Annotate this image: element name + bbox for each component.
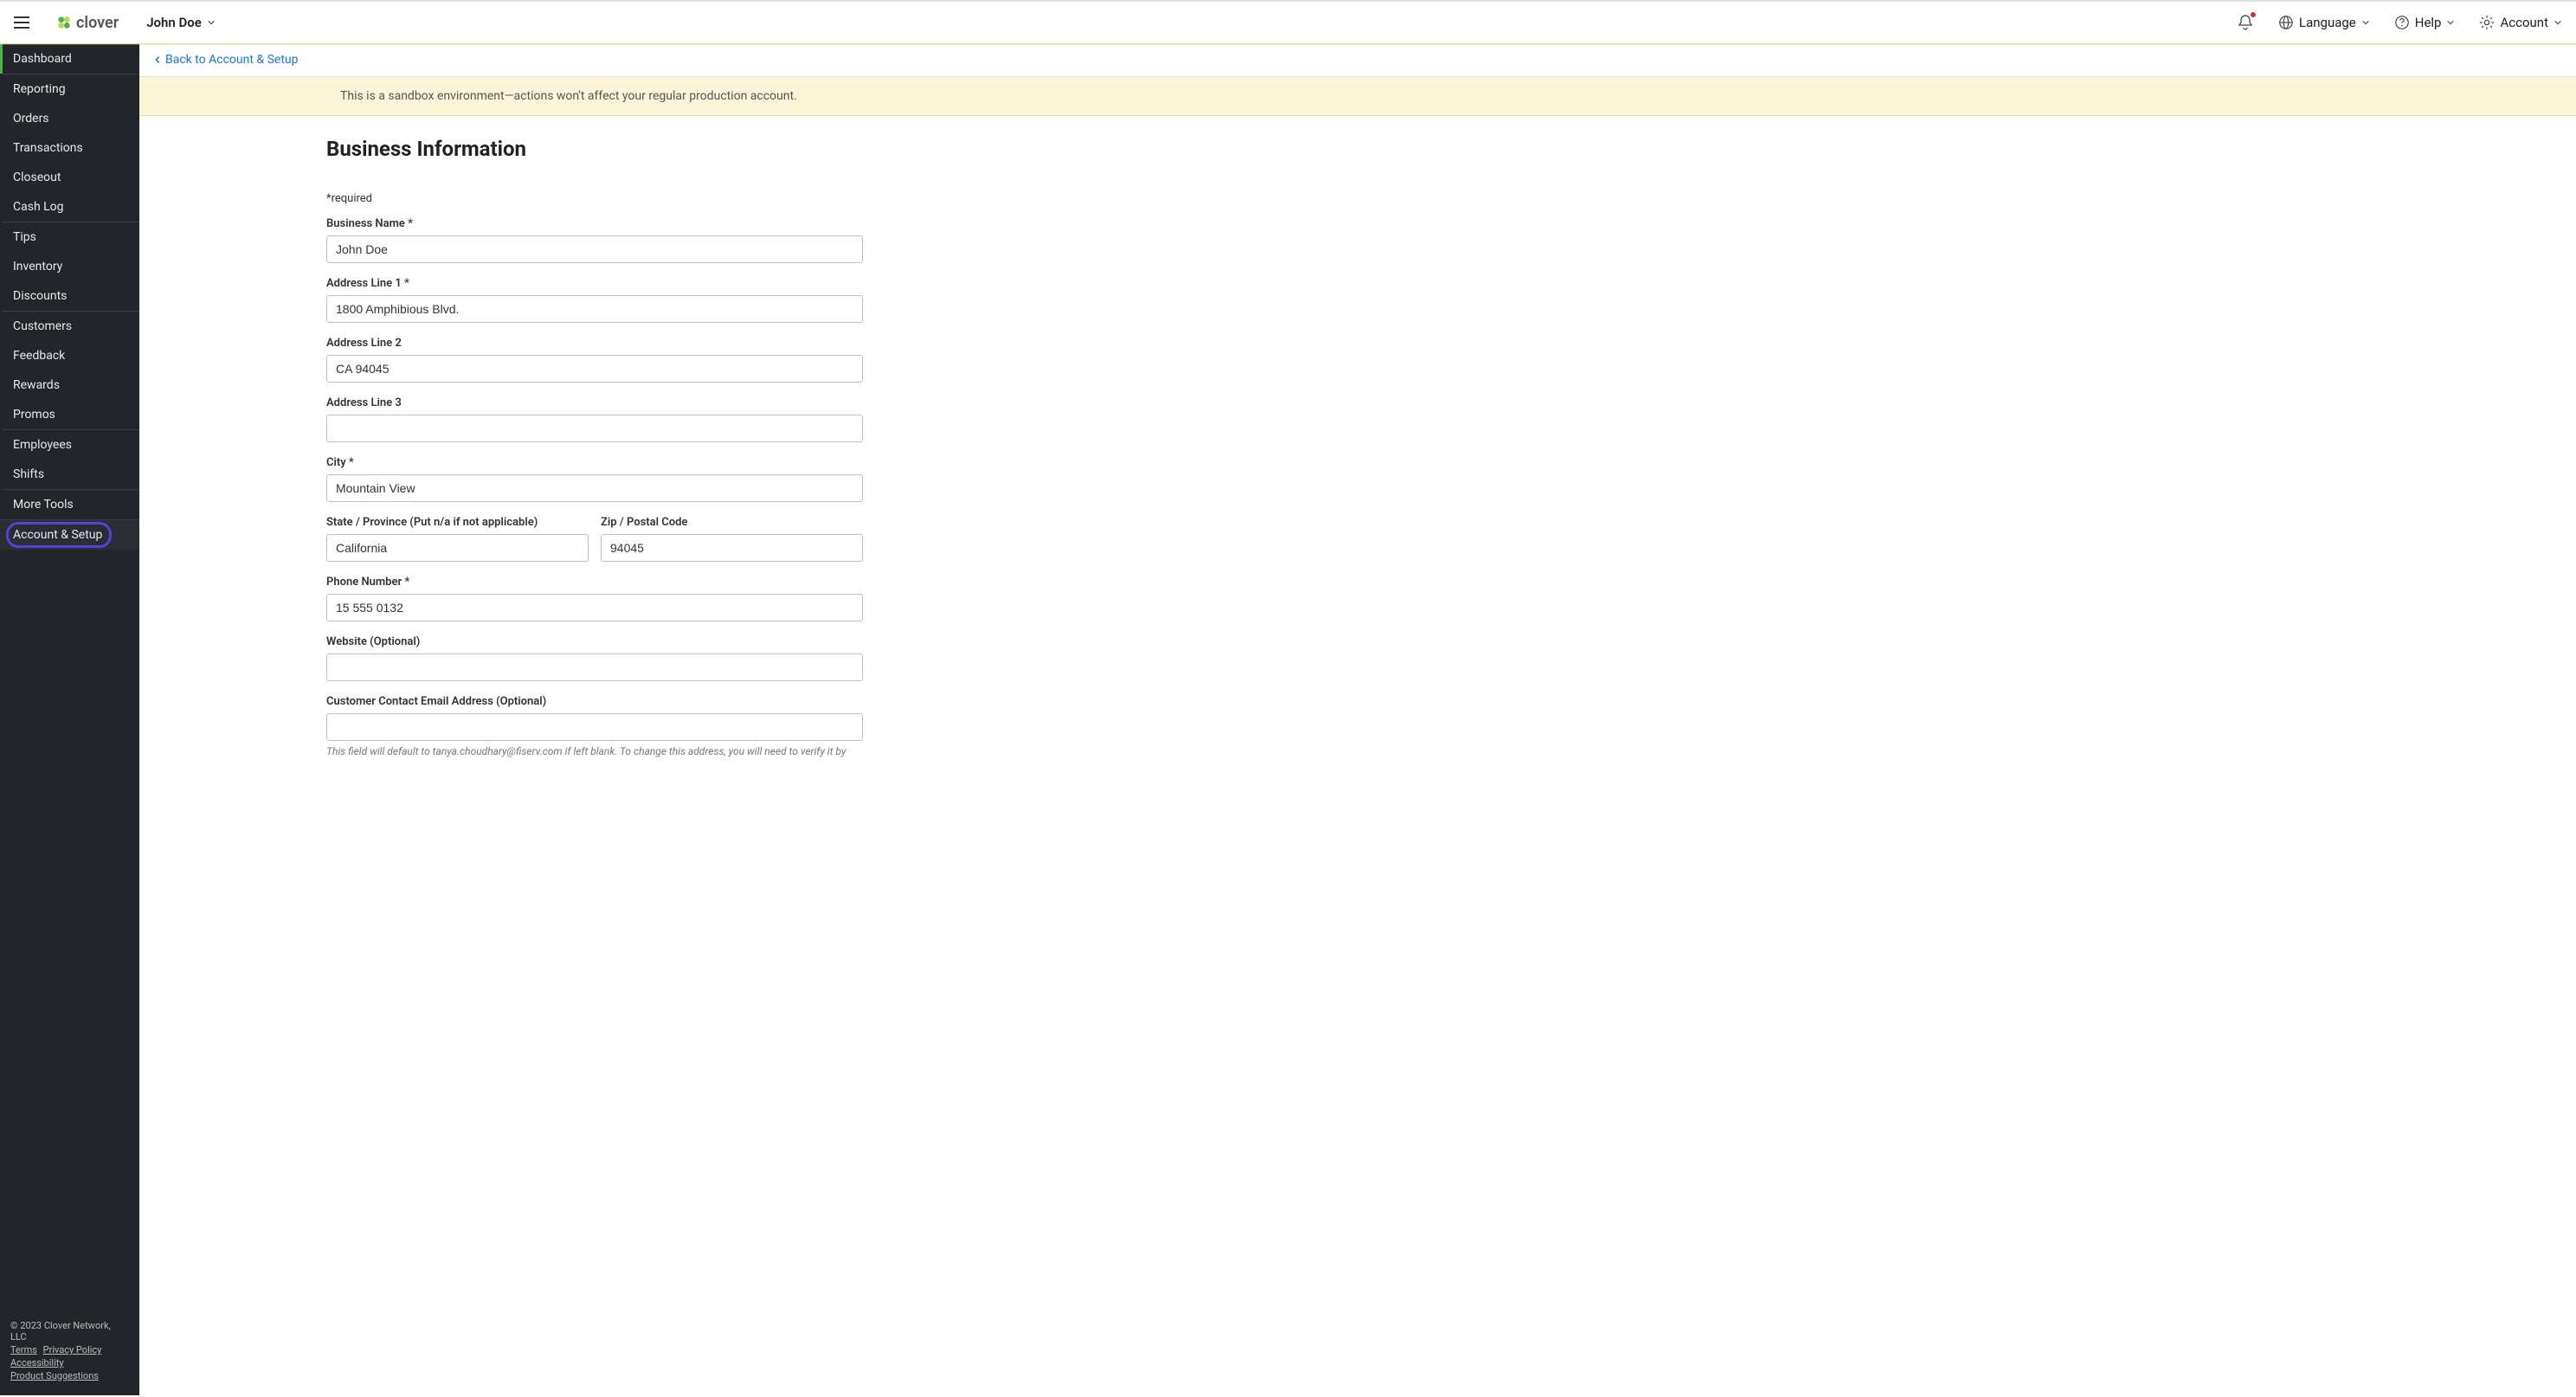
chevron-left-icon <box>153 55 162 64</box>
sidebar-item-label: Account & Setup <box>13 528 102 542</box>
help-menu[interactable]: Help <box>2394 15 2456 30</box>
sidebar-item-label: Customers <box>13 319 72 333</box>
sidebar-item-employees[interactable]: Employees <box>0 429 139 460</box>
sidebar-item-label: Dashboard <box>13 52 72 66</box>
phone-input[interactable] <box>326 594 863 621</box>
terms-link[interactable]: Terms <box>10 1344 37 1355</box>
sidebar-item-shifts[interactable]: Shifts <box>0 460 139 489</box>
business-name-input[interactable] <box>326 235 863 263</box>
accessibility-link[interactable]: Accessibility <box>10 1357 64 1368</box>
sidebar-item-transactions[interactable]: Transactions <box>0 133 139 163</box>
notifications-button[interactable] <box>2237 14 2254 31</box>
sidebar-item-label: Rewards <box>13 378 60 392</box>
language-label: Language <box>2299 15 2356 30</box>
address2-input[interactable] <box>326 355 863 383</box>
email-label: Customer Contact Email Address (Optional… <box>326 695 863 708</box>
account-label: Account <box>2500 15 2548 30</box>
sidebar-item-label: Orders <box>13 112 49 126</box>
sidebar-item-inventory[interactable]: Inventory <box>0 252 139 281</box>
sidebar-item-label: Discounts <box>13 289 67 303</box>
back-link-text: Back to Account & Setup <box>165 53 299 67</box>
email-input[interactable] <box>326 713 863 741</box>
help-label: Help <box>2415 15 2442 30</box>
phone-label: Phone Number * <box>326 576 863 589</box>
top-bar: clover John Doe Language <box>0 0 2576 44</box>
sidebar-item-cash-log[interactable]: Cash Log <box>0 192 139 222</box>
website-input[interactable] <box>326 653 863 681</box>
breadcrumb-bar: Back to Account & Setup <box>139 44 2576 77</box>
address1-label: Address Line 1 * <box>326 277 863 290</box>
suggestions-link[interactable]: Product Suggestions <box>10 1370 99 1381</box>
sidebar-item-customers[interactable]: Customers <box>0 311 139 341</box>
city-label: City * <box>326 456 863 469</box>
sidebar-item-more-tools[interactable]: More Tools <box>0 489 139 519</box>
chevron-down-icon <box>207 18 216 27</box>
main-content: Back to Account & Setup This is a sandbo… <box>139 44 2576 1395</box>
help-icon <box>2394 15 2410 30</box>
sidebar-item-rewards[interactable]: Rewards <box>0 370 139 400</box>
topbar-right: Language Help Account <box>2237 14 2562 31</box>
gear-icon <box>2479 15 2495 30</box>
sidebar-item-label: Shifts <box>13 467 44 481</box>
chevron-down-icon <box>2446 18 2455 27</box>
address2-label: Address Line 2 <box>326 337 863 350</box>
sidebar: Dashboard Reporting Orders Transactions … <box>0 44 139 1395</box>
sidebar-item-account-setup[interactable]: Account & Setup <box>0 519 139 550</box>
sidebar-item-label: Closeout <box>13 171 61 184</box>
sidebar-item-tips[interactable]: Tips <box>0 222 139 252</box>
sidebar-item-label: Inventory <box>13 260 62 274</box>
sidebar-item-label: Employees <box>13 438 72 452</box>
sidebar-item-feedback[interactable]: Feedback <box>0 341 139 370</box>
merchant-name-text: John Doe <box>146 15 202 30</box>
sandbox-message: This is a sandbox environment—actions wo… <box>340 89 877 103</box>
hamburger-menu-button[interactable] <box>14 12 35 33</box>
email-hint: This field will default to tanya.choudha… <box>326 744 863 759</box>
globe-icon <box>2278 15 2294 30</box>
zip-label: Zip / Postal Code <box>601 516 863 529</box>
business-name-label: Business Name * <box>326 217 863 230</box>
city-input[interactable] <box>326 474 863 502</box>
sidebar-item-label: Cash Log <box>13 200 64 214</box>
address1-input[interactable] <box>326 295 863 323</box>
sidebar-item-label: More Tools <box>13 498 74 512</box>
clover-logo-icon <box>55 14 73 31</box>
sandbox-banner: This is a sandbox environment—actions wo… <box>139 77 2576 116</box>
sidebar-item-closeout[interactable]: Closeout <box>0 163 139 192</box>
chevron-down-icon <box>2553 18 2562 27</box>
sidebar-item-label: Tips <box>13 230 36 244</box>
sidebar-item-discounts[interactable]: Discounts <box>0 281 139 311</box>
page-content: Business Information *required Business … <box>326 116 863 808</box>
logo-text: clover <box>76 14 119 32</box>
sidebar-item-label: Transactions <box>13 141 83 155</box>
privacy-link[interactable]: Privacy Policy <box>43 1344 102 1355</box>
required-note: *required <box>326 192 863 205</box>
state-input[interactable] <box>326 534 589 562</box>
back-link[interactable]: Back to Account & Setup <box>153 53 299 67</box>
address3-label: Address Line 3 <box>326 396 863 409</box>
page-title: Business Information <box>326 137 863 161</box>
state-label: State / Province (Put n/a if not applica… <box>326 516 589 529</box>
merchant-selector[interactable]: John Doe <box>146 15 216 30</box>
sidebar-item-reporting[interactable]: Reporting <box>0 74 139 104</box>
zip-input[interactable] <box>601 534 863 562</box>
sidebar-footer: © 2023 Clover Network, LLC Terms Privacy… <box>0 1311 139 1395</box>
website-label: Website (Optional) <box>326 635 863 648</box>
sidebar-item-promos[interactable]: Promos <box>0 400 139 429</box>
copyright-text: © 2023 Clover Network, LLC <box>10 1320 129 1342</box>
bell-icon <box>2237 14 2254 31</box>
chevron-down-icon <box>2361 18 2370 27</box>
sidebar-item-orders[interactable]: Orders <box>0 104 139 133</box>
sidebar-item-label: Feedback <box>13 349 65 363</box>
address3-input[interactable] <box>326 415 863 442</box>
account-menu[interactable]: Account <box>2479 15 2562 30</box>
sidebar-item-label: Promos <box>13 408 55 422</box>
notification-dot <box>2251 12 2256 17</box>
sidebar-item-dashboard[interactable]: Dashboard <box>0 44 139 74</box>
sidebar-item-label: Reporting <box>13 82 66 96</box>
logo[interactable]: clover <box>55 14 119 32</box>
language-selector[interactable]: Language <box>2278 15 2370 30</box>
